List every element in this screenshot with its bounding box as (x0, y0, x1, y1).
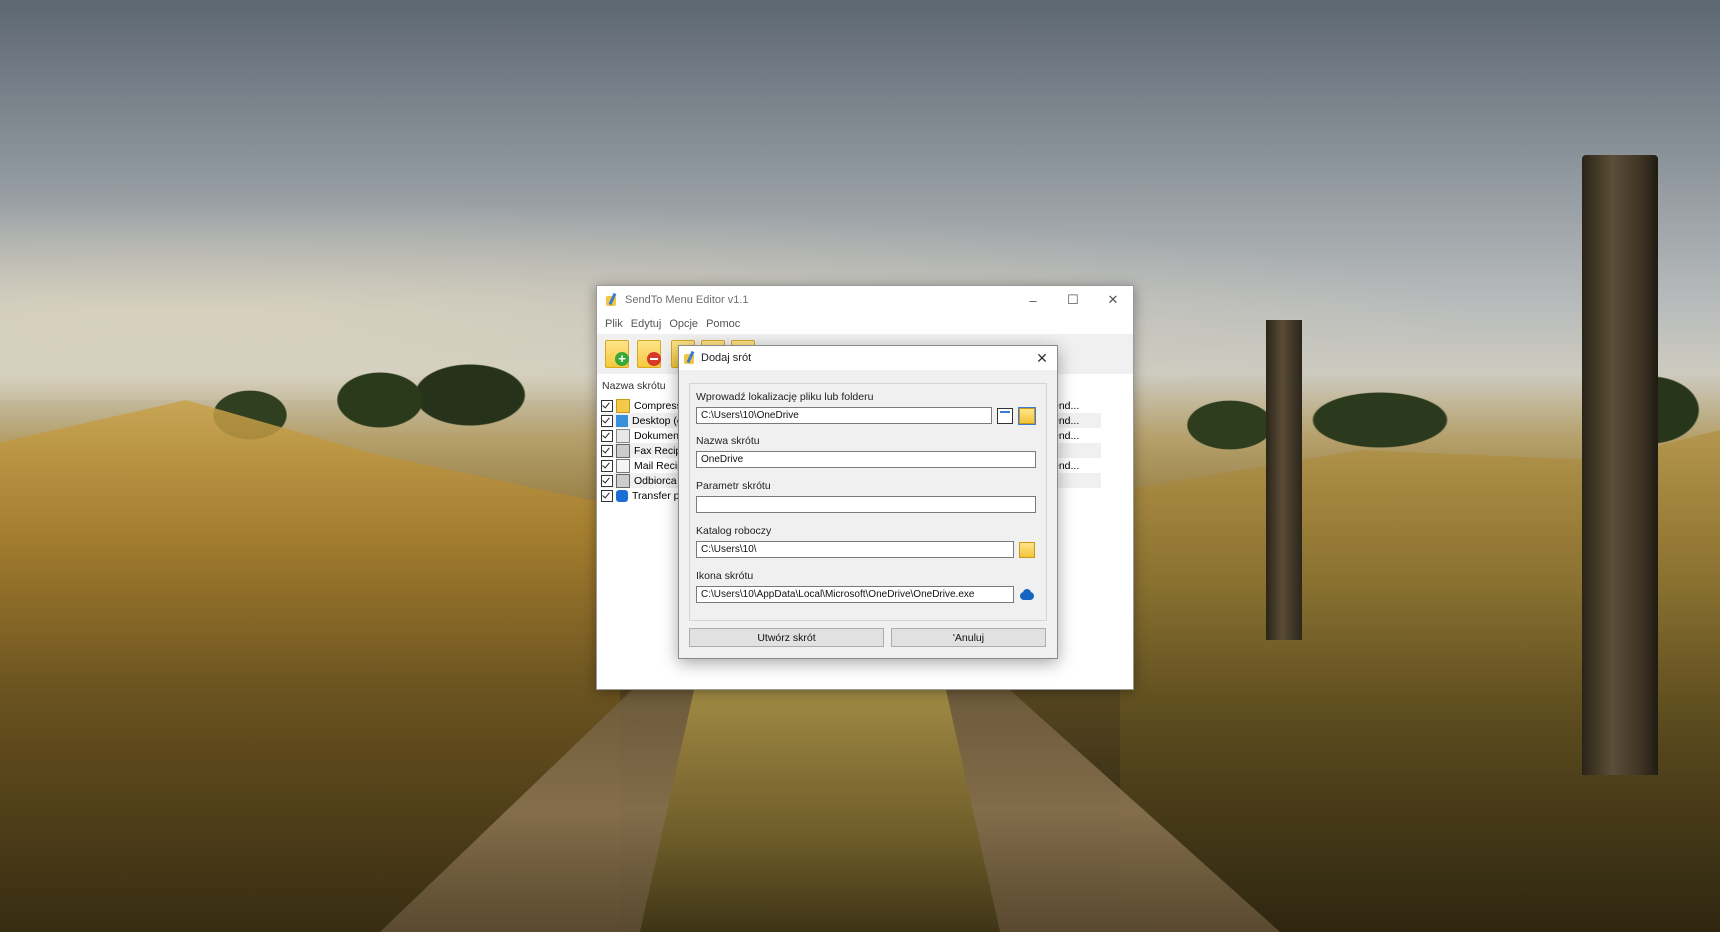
menu-opcje[interactable]: Opcje (669, 318, 698, 330)
minimize-button[interactable]: – (1013, 286, 1053, 314)
menu-edytuj[interactable]: Edytuj (631, 318, 662, 330)
menu-bar: Plik Edytuj Opcje Pomoc (597, 314, 1133, 334)
onedrive-cloud-icon[interactable] (1019, 587, 1035, 603)
param-label: Parametr skrótu (696, 480, 771, 492)
workdir-label: Katalog roboczy (696, 525, 772, 537)
menu-pomoc[interactable]: Pomoc (706, 318, 740, 330)
window-title: SendTo Menu Editor v1.1 (625, 294, 749, 306)
plus-icon: + (615, 352, 629, 366)
desktop-icon (616, 414, 628, 427)
checkbox[interactable] (601, 414, 613, 427)
browse-folder-button[interactable] (1018, 407, 1036, 425)
list-item-label: Transfer pl (632, 489, 682, 502)
list-column-header[interactable]: Nazwa skrótu (602, 380, 666, 392)
checkbox[interactable] (601, 474, 613, 487)
list-item-label: Desktop (c (632, 414, 683, 427)
dialog-title-bar[interactable]: Dodaj srót ✕ (679, 346, 1057, 370)
name-input[interactable]: OneDrive (696, 451, 1036, 468)
app-icon (683, 351, 697, 365)
maximize-button[interactable]: ☐ (1053, 286, 1093, 314)
browse-file-button[interactable] (997, 408, 1013, 424)
mail-icon (616, 458, 630, 473)
wallpaper-center-grass (640, 690, 1000, 932)
icon-label: Ikona skrótu (696, 570, 754, 582)
document-icon (616, 428, 630, 443)
add-shortcut-button[interactable]: + (601, 338, 631, 370)
browse-workdir-button[interactable] (1019, 542, 1035, 558)
checkbox[interactable] (601, 429, 613, 442)
location-label: Wprowadź lokalizację pliku lub folderu (696, 391, 874, 403)
close-button[interactable]: ✕ (1093, 286, 1133, 314)
wallpaper-fence-post (1582, 155, 1658, 775)
create-shortcut-button[interactable]: Utwórz skrót (689, 628, 884, 647)
dialog-close-button[interactable]: ✕ (1027, 346, 1057, 370)
minus-icon (647, 352, 661, 366)
bluetooth-icon (616, 489, 628, 502)
checkbox[interactable] (601, 489, 613, 502)
fax-icon (616, 443, 630, 458)
location-input[interactable]: C:\Users\10\OneDrive (696, 407, 992, 424)
name-label: Nazwa skrótu (696, 435, 760, 447)
list-item-label: Fax Recipi (634, 444, 684, 457)
fax-icon (616, 473, 630, 488)
checkbox[interactable] (601, 444, 613, 457)
app-icon (605, 293, 619, 307)
workdir-input[interactable]: C:\Users\10\ (696, 541, 1014, 558)
add-shortcut-dialog: Dodaj srót ✕ Wprowadź lokalizację pliku … (678, 345, 1058, 659)
checkbox[interactable] (601, 459, 613, 472)
icon-input[interactable]: C:\Users\10\AppData\Local\Microsoft\OneD… (696, 586, 1014, 603)
checkbox[interactable] (601, 399, 613, 412)
zip-folder-icon (616, 398, 630, 413)
wallpaper-fence-post (1266, 320, 1302, 640)
list-item-label: Odbiorca f (634, 474, 683, 487)
dialog-title: Dodaj srót (701, 352, 752, 364)
cancel-button[interactable]: 'Anuluj (891, 628, 1046, 647)
menu-plik[interactable]: Plik (605, 318, 623, 330)
remove-shortcut-button[interactable] (633, 338, 663, 370)
param-input[interactable] (696, 496, 1036, 513)
title-bar[interactable]: SendTo Menu Editor v1.1 – ☐ ✕ (597, 286, 1133, 314)
